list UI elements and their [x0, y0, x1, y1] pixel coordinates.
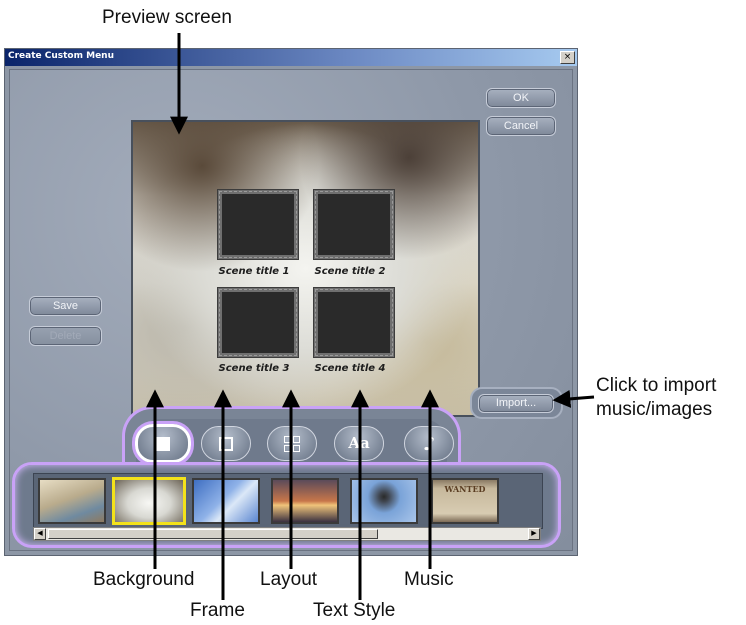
arrow-import — [552, 389, 595, 408]
callout-arrows — [146, 33, 595, 600]
